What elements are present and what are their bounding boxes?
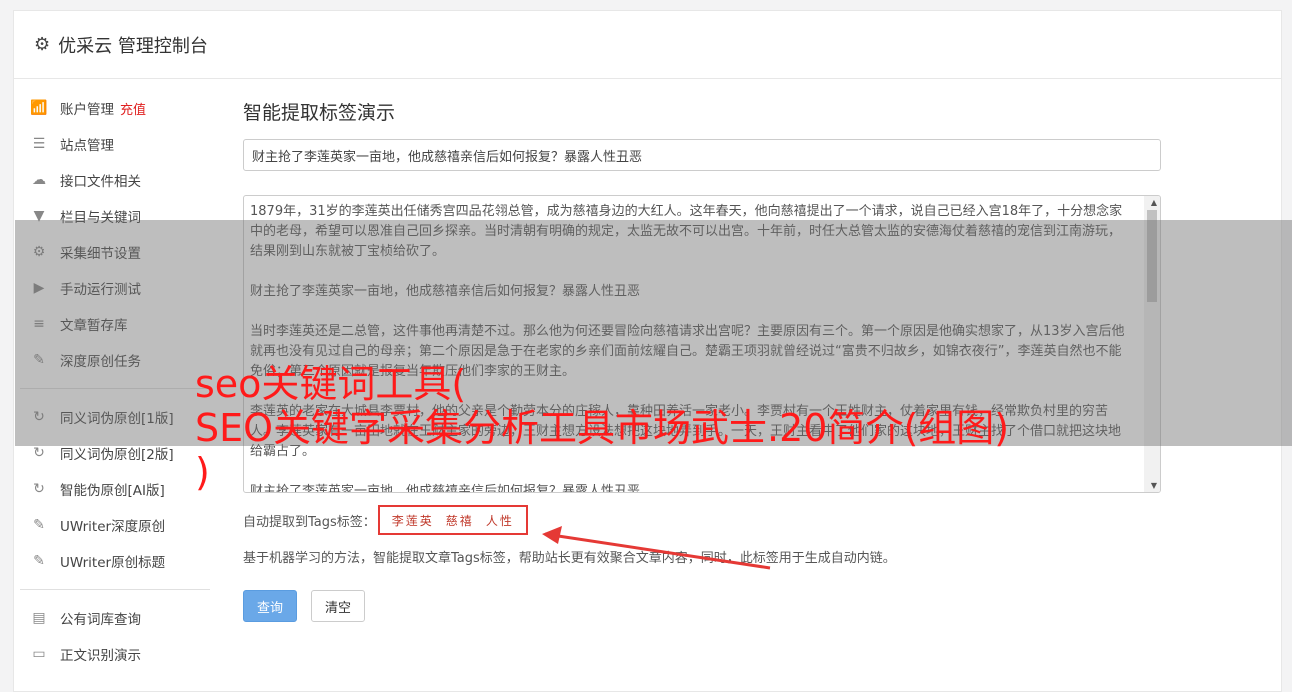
overlay-line-2: SEO关键字采集分析工具市场武士.20简介(组图) — [195, 406, 1010, 450]
bar-chart-icon: 📶 — [30, 100, 48, 116]
sidebar-item-label: 账户管理 — [60, 102, 114, 118]
sidebar-item-label: 正文识别演示 — [60, 648, 141, 664]
panel-header: ⚙ 优采云 管理控制台 — [14, 11, 1281, 79]
overlay-caption: seo关键词工具( SEO关键字采集分析工具市场武士.20简介(组图) ) — [195, 362, 1255, 494]
sidebar-item-label: 站点管理 — [60, 138, 114, 154]
arrow-line — [544, 532, 771, 570]
tag-item: 李莲英 — [391, 513, 434, 528]
clear-button[interactable]: 清空 — [311, 590, 365, 622]
edit-icon: ✎ — [33, 517, 45, 533]
refresh-icon: ↻ — [33, 445, 45, 461]
scroll-up-icon[interactable]: ▲ — [1151, 198, 1157, 207]
sidebar-item[interactable]: ☰ 站点管理 — [20, 126, 210, 162]
window-icon: ▭ — [32, 646, 46, 662]
arrow-head-icon — [542, 526, 562, 544]
sidebar-item[interactable]: ↻ 智能伪原创[AI版] — [20, 471, 210, 507]
sidebar-item-label: UWriter深度原创 — [60, 519, 166, 535]
tags-box: 李莲英 慈禧 人性 — [377, 505, 528, 535]
overlay-line-1: seo关键词工具( — [195, 362, 467, 406]
sidebar-divider — [20, 589, 210, 590]
cloud-upload-icon: ☁ — [32, 172, 46, 188]
overlay-line-3: ) — [195, 450, 210, 494]
sidebar-item-label: 公有词库查询 — [60, 612, 141, 628]
sidebar-item-label: 同义词伪原创[2版] — [60, 447, 174, 463]
sidebar-item[interactable]: ▤ 公有词库查询 — [20, 600, 210, 636]
tags-label: 自动提取到Tags标签： — [243, 514, 376, 530]
page-title: 优采云 管理控制台 — [58, 35, 208, 57]
sidebar-item[interactable]: ✎ UWriter原创标题 — [20, 543, 210, 579]
section-heading: 智能提取标签演示 — [243, 102, 396, 124]
sidebar-item[interactable]: ✎ UWriter深度原创 — [20, 507, 210, 543]
sidebar-group-tools: ▤ 公有词库查询 ▭ 正文识别演示 — [20, 600, 210, 672]
recharge-link[interactable]: 充值 — [120, 99, 146, 118]
arrow-annotation — [542, 526, 771, 570]
tag-item: 慈禧 — [445, 513, 474, 528]
tag-item: 人性 — [485, 513, 514, 528]
sidebar-item[interactable]: ▭ 正文识别演示 — [20, 636, 210, 672]
query-button[interactable]: 查询 — [243, 590, 297, 622]
sidebar-item[interactable]: ☁ 接口文件相关 — [20, 162, 210, 198]
book-icon: ▤ — [32, 610, 46, 626]
sidebar-item-label: UWriter原创标题 — [60, 555, 166, 571]
sidebar-item-label: 接口文件相关 — [60, 174, 141, 190]
server-icon: ☰ — [32, 136, 46, 152]
gear-icon: ⚙ — [34, 34, 51, 55]
article-title-input[interactable] — [243, 139, 1161, 171]
edit-icon: ✎ — [33, 553, 45, 569]
button-row: 查询 清空 — [243, 590, 1163, 622]
refresh-icon: ↻ — [33, 481, 45, 497]
sidebar-item-label: 智能伪原创[AI版] — [60, 483, 165, 499]
sidebar-item[interactable]: 📶 账户管理 充值 — [20, 90, 210, 126]
